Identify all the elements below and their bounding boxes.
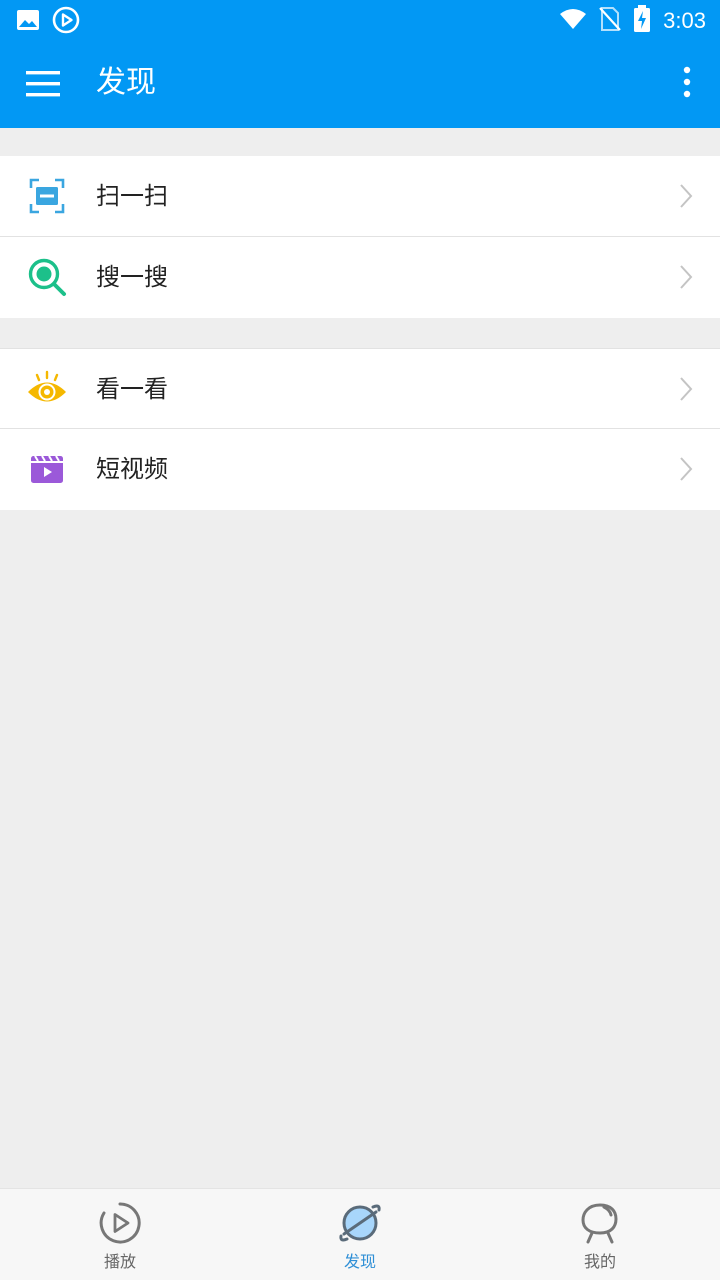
- tab-label: 我的: [583, 1252, 616, 1271]
- search-icon: [27, 257, 67, 297]
- list-item-label: 扫一扫: [96, 182, 168, 210]
- chevron-right-icon: [678, 375, 694, 403]
- list-item-label: 短视频: [96, 455, 168, 483]
- list-item-label: 搜一搜: [96, 263, 168, 291]
- planet-icon: [338, 1201, 382, 1245]
- play-circle-icon: [52, 6, 80, 38]
- menu-icon: [26, 71, 60, 97]
- more-vert-icon: [683, 66, 691, 98]
- chevron-right-icon: [678, 263, 694, 291]
- play-circle-icon: [98, 1201, 142, 1245]
- list-item-scan[interactable]: 扫一扫: [0, 156, 720, 237]
- chevron-right-icon: [678, 182, 694, 210]
- image-icon: [16, 8, 40, 36]
- app-bar: 发现: [0, 40, 720, 128]
- tab-label: 播放: [103, 1252, 136, 1271]
- list-group-2: 看一看 短视频: [0, 348, 720, 510]
- video-clapper-icon: [27, 449, 67, 489]
- tab-play[interactable]: 播放: [0, 1189, 240, 1280]
- wifi-icon: [559, 7, 587, 35]
- page-title: 发现: [96, 65, 156, 100]
- list-item-short-video[interactable]: 短视频: [0, 429, 720, 510]
- list-item-search[interactable]: 搜一搜: [0, 237, 720, 318]
- battery-charging-icon: [633, 5, 651, 37]
- bottom-navigation: 播放 发现 我的: [0, 1188, 720, 1280]
- more-options-button[interactable]: [672, 62, 702, 106]
- no-sim-icon: [599, 6, 621, 36]
- tab-discover[interactable]: 发现: [240, 1189, 480, 1280]
- chevron-right-icon: [678, 455, 694, 483]
- discover-list: 扫一扫 搜一搜 看一看 短视频: [0, 128, 720, 510]
- tab-mine[interactable]: 我的: [480, 1189, 720, 1280]
- eye-icon: [27, 369, 67, 409]
- tab-label: 发现: [343, 1252, 376, 1271]
- list-item-label: 看一看: [96, 375, 168, 403]
- scan-icon: [27, 176, 67, 216]
- list-group-1: 扫一扫 搜一搜: [0, 156, 720, 318]
- clock: 3:03: [663, 8, 706, 33]
- menu-button[interactable]: [22, 62, 68, 106]
- list-item-look[interactable]: 看一看: [0, 348, 720, 429]
- person-head-icon: [578, 1201, 622, 1245]
- status-bar: 3:03: [0, 0, 720, 40]
